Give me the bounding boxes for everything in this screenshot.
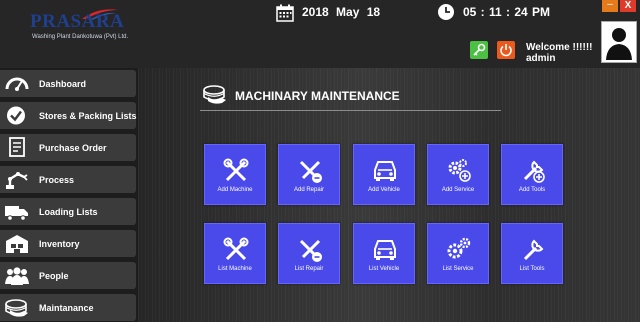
sidebar-item-stores[interactable]: Stores & Packing Lists: [0, 102, 137, 129]
list-tools-button[interactable]: List Tools: [501, 223, 563, 284]
list-repair-button[interactable]: List Repair: [278, 223, 340, 284]
list-service-button[interactable]: List Service: [427, 223, 489, 284]
vehicle-icon: [374, 161, 396, 181]
tile-label: Add Repair: [293, 187, 325, 193]
sidebar-item-label: Dashboard: [39, 79, 87, 89]
user-avatar-icon: [606, 28, 632, 60]
repair-icon: [299, 239, 322, 262]
sidebar-item-label: Stores & Packing Lists: [39, 111, 137, 121]
sidebar-item-inventory[interactable]: Inventory: [0, 230, 136, 257]
add-tools-button[interactable]: Add Tools: [501, 144, 563, 205]
sidebar: Dashboard Stores & Packing Lists Purchas…: [0, 68, 138, 322]
avatar[interactable]: [601, 21, 637, 63]
add-service-button[interactable]: Add Service: [427, 144, 489, 205]
sidebar-item-purchase-order[interactable]: Purchase Order: [0, 134, 136, 161]
add-repair-button[interactable]: Add Repair: [278, 144, 340, 205]
gears-add-icon: [448, 159, 471, 182]
page-title: MACHINARY MAINTENANCE: [235, 89, 400, 103]
list-machine-button[interactable]: List Machine: [204, 223, 266, 284]
tile-label: Add Tools: [518, 187, 546, 193]
welcome-greeting: Welcome !!!!!!: [526, 42, 593, 53]
wrench-add-icon: [523, 160, 545, 183]
tools-icon: [223, 237, 249, 261]
main-content: MACHINARY MAINTENANCE Add Machine Add Re…: [138, 68, 640, 322]
speedometer-icon: [5, 77, 29, 91]
repair-icon: [299, 160, 322, 183]
tile-label: Add Machine: [217, 187, 253, 193]
sidebar-item-label: People: [39, 271, 69, 281]
cash-stack-icon: [5, 299, 28, 317]
gears-icon: [447, 237, 471, 259]
logo-subtitle: Washing Plant Dankotuwa (Pvt) Ltd.: [32, 34, 129, 40]
sidebar-item-dashboard[interactable]: Dashboard: [0, 70, 136, 97]
tile-label: List Vehicle: [368, 266, 400, 272]
tools-icon: [223, 158, 249, 182]
tile-label: List Repair: [294, 266, 324, 272]
wrench-icon: [523, 239, 544, 261]
minimize-button[interactable]: –: [602, 0, 618, 12]
sidebar-item-loading-lists[interactable]: Loading Lists: [0, 198, 136, 225]
change-password-button[interactable]: [470, 41, 488, 59]
warehouse-icon: [6, 235, 28, 253]
current-time: 05 : 11 : 24 PM: [463, 5, 551, 19]
welcome-message: Welcome !!!!!! admin: [526, 42, 592, 64]
sidebar-item-maintanance[interactable]: Maintanance: [0, 294, 136, 321]
truck-icon: [5, 206, 28, 221]
document-list-icon: [9, 137, 25, 157]
sidebar-item-label: Loading Lists: [39, 207, 98, 217]
tile-label: List Service: [442, 266, 474, 272]
power-icon: [500, 44, 512, 57]
cash-stack-icon: [203, 85, 226, 104]
list-vehicle-button[interactable]: List Vehicle: [353, 223, 415, 284]
title-divider: [200, 110, 501, 111]
app-header: PRASARA Washing Plant Dankotuwa (Pvt) Lt…: [0, 0, 640, 68]
add-vehicle-button[interactable]: Add Vehicle: [353, 144, 415, 205]
calendar-icon: [276, 4, 294, 22]
company-logo: PRASARA Washing Plant Dankotuwa (Pvt) Lt…: [24, 5, 134, 55]
sidebar-item-process[interactable]: Process: [0, 166, 136, 193]
add-machine-button[interactable]: Add Machine: [204, 144, 266, 205]
logout-button[interactable]: [497, 41, 515, 59]
people-icon: [5, 267, 29, 285]
tile-label: List Tools: [519, 266, 545, 272]
vehicle-icon: [374, 240, 396, 260]
checkmark-icon: [7, 106, 25, 125]
sidebar-item-label: Maintanance: [39, 303, 94, 313]
tile-label: Add Service: [441, 187, 475, 193]
close-button[interactable]: X: [620, 0, 636, 12]
sidebar-item-label: Inventory: [39, 239, 80, 249]
tile-label: List Machine: [218, 266, 252, 272]
welcome-username: admin: [526, 53, 556, 64]
clock-icon: [438, 4, 454, 20]
robot-arm-icon: [6, 172, 28, 189]
logo-title: PRASARA: [30, 11, 125, 32]
sidebar-item-people[interactable]: People: [0, 262, 136, 289]
sidebar-item-label: Purchase Order: [39, 143, 107, 153]
sidebar-item-label: Process: [39, 175, 75, 185]
current-date: 2018 May 18: [302, 5, 381, 19]
tile-label: Add Vehicle: [368, 187, 400, 193]
key-icon: [473, 43, 486, 56]
